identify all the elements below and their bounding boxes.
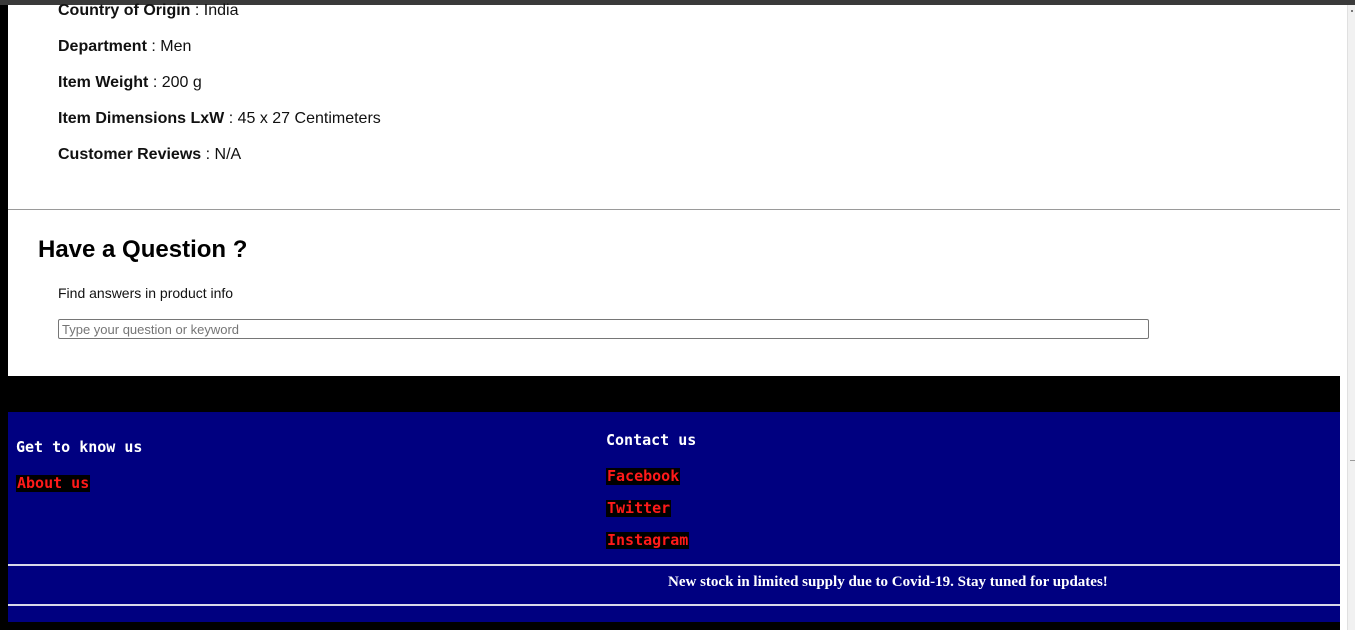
site-footer: Get to know us About us Contact us Faceb… — [8, 412, 1340, 622]
footer-link-facebook[interactable]: Facebook — [606, 468, 681, 485]
detail-item-dimensions: Item Dimensions LxW : 45 x 27 Centimeter… — [58, 110, 381, 128]
detail-separator: : — [146, 38, 161, 55]
footer-link-instagram[interactable]: Instagram — [606, 532, 690, 549]
scrollbar-track[interactable] — [1347, 5, 1355, 630]
scrollbar-arrow-icon[interactable] — [1351, 10, 1353, 12]
detail-value: 45 x 27 Centimeters — [237, 110, 381, 127]
question-subtitle: Find answers in product info — [58, 285, 234, 301]
question-search-input[interactable] — [58, 319, 1149, 339]
covid-notice: New stock in limited supply due to Covid… — [668, 574, 1108, 590]
detail-country-of-origin: Country of Origin : India — [58, 2, 238, 20]
detail-separator: : — [201, 146, 215, 163]
footer-heading-contact: Contact us — [606, 431, 697, 449]
detail-label: Customer Reviews — [58, 146, 202, 163]
detail-separator: : — [190, 2, 204, 19]
detail-separator: : — [224, 110, 238, 127]
section-divider — [8, 209, 1340, 210]
detail-label: Country of Origin — [58, 2, 191, 19]
detail-value: India — [203, 2, 239, 19]
footer-rule-bottom — [8, 604, 1340, 606]
detail-value: N/A — [214, 146, 242, 163]
detail-customer-reviews: Customer Reviews : N/A — [58, 146, 241, 164]
detail-value: 200 g — [161, 74, 202, 91]
footer-rule-top — [8, 564, 1340, 566]
footer-heading-get-to-know: Get to know us — [16, 438, 143, 456]
detail-value: Men — [160, 38, 192, 55]
detail-label: Item Dimensions LxW — [58, 110, 225, 127]
detail-item-weight: Item Weight : 200 g — [58, 74, 202, 92]
question-heading: Have a Question ? — [38, 236, 248, 263]
detail-separator: : — [148, 74, 162, 91]
product-info-panel: Country of Origin : India Department : M… — [8, 2, 1340, 376]
scrollbar-notch — [1350, 460, 1355, 461]
detail-label: Department — [58, 38, 147, 55]
footer-link-twitter[interactable]: Twitter — [606, 500, 672, 517]
detail-department: Department : Men — [58, 38, 191, 56]
footer-link-about-us[interactable]: About us — [16, 475, 91, 492]
detail-label: Item Weight — [58, 74, 149, 91]
